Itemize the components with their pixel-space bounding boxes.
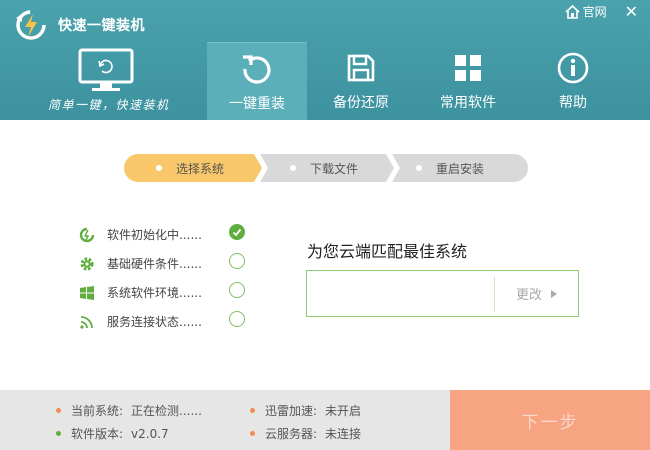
status-bullet [56, 431, 61, 436]
match-title: 为您云端匹配最佳系统 [307, 242, 468, 261]
info-label: 迅雷加速: [265, 404, 318, 418]
slogan-block: 简单一键，快速装机 [40, 44, 180, 118]
header-bar: 快速一键装机 简单一键，快速装机 一键重装 备份还原 常用软件 帮助 官网 ✕ [0, 0, 650, 120]
info-value: 正在检测...... [131, 404, 202, 418]
check-hardware: 基础硬件条件...... [78, 249, 248, 278]
step-select-system: 选择系统 [156, 154, 224, 182]
check-label: 基础硬件条件...... [107, 257, 202, 271]
info-label: 当前系统: [71, 404, 124, 418]
save-icon [343, 50, 379, 86]
close-button[interactable]: ✕ [625, 3, 638, 20]
step-label: 重启安装 [436, 161, 485, 176]
window-controls: 官网 ✕ [565, 3, 638, 20]
next-step-button[interactable]: 下一步 [450, 390, 650, 450]
check-software-init: 软件初始化中...... [78, 220, 248, 249]
current-system-info: 当前系统: 正在检测...... [56, 402, 202, 419]
step-restart-install: 重启安装 [416, 154, 484, 182]
check-label: 服务连接状态...... [107, 315, 202, 329]
tab-label: 一键重装 [229, 96, 285, 112]
loading-icon [78, 226, 96, 244]
thunder-accel-info: 迅雷加速: 未开启 [250, 402, 361, 419]
status-bullet [56, 408, 61, 413]
software-version-info: 软件版本: v2.0.7 [56, 425, 169, 442]
refresh-icon [239, 51, 275, 87]
monitor-icon [78, 48, 134, 91]
app-title: 快速一键装机 [58, 18, 145, 34]
change-label: 更改 [515, 288, 542, 303]
tab-backup-restore[interactable]: 备份还原 [311, 42, 411, 120]
check-pending-icon [229, 311, 245, 327]
step-download-files: 下载文件 [290, 154, 358, 182]
info-value: 未开启 [325, 404, 362, 418]
status-bullet [250, 431, 255, 436]
environment-checklist: 软件初始化中...... 基础硬件条件...... 系统软件环境...... 服… [78, 220, 248, 336]
check-system-env: 系统软件环境...... [78, 278, 248, 307]
step-label: 下载文件 [310, 161, 359, 176]
tab-help[interactable]: 帮助 [523, 42, 623, 120]
tab-common-software[interactable]: 常用软件 [418, 42, 518, 120]
check-service-connection: 服务连接状态...... [78, 307, 248, 336]
tab-label: 帮助 [559, 95, 587, 111]
check-label: 软件初始化中...... [107, 228, 202, 242]
check-pending-icon [229, 282, 245, 298]
info-value: v2.0.7 [131, 426, 169, 441]
footer-bar: 当前系统: 正在检测...... 软件版本: v2.0.7 迅雷加速: 未开启 … [0, 390, 650, 450]
app-logo-icon [16, 10, 46, 40]
official-site-label: 官网 [582, 5, 607, 19]
system-match-box: 更改 [306, 270, 579, 317]
step-dot [416, 165, 422, 171]
step-dot [290, 165, 296, 171]
step-dot [156, 165, 162, 171]
windows-icon [78, 284, 96, 302]
check-label: 系统软件环境...... [107, 286, 202, 300]
progress-steps: 选择系统 下载文件 重启安装 [124, 154, 528, 182]
tab-label: 常用软件 [440, 95, 496, 111]
info-label: 云服务器: [265, 427, 318, 441]
official-site-link[interactable]: 官网 [565, 3, 607, 20]
status-bullet [250, 408, 255, 413]
play-arrow-icon [551, 289, 557, 298]
slogan-text: 简单一键，快速装机 [48, 98, 170, 112]
signal-icon [78, 313, 96, 331]
check-done-icon [229, 224, 245, 240]
tab-label: 备份还原 [333, 95, 389, 111]
change-button[interactable]: 更改 [495, 271, 579, 316]
cloud-server-info: 云服务器: 未连接 [250, 425, 361, 442]
grid-icon [450, 50, 486, 86]
step-label: 选择系统 [176, 161, 225, 176]
check-pending-icon [229, 253, 245, 269]
info-label: 软件版本: [71, 427, 124, 441]
gear-icon [78, 255, 96, 273]
info-icon [555, 50, 591, 86]
matched-system-field[interactable] [307, 271, 493, 316]
tab-reinstall[interactable]: 一键重装 [207, 42, 307, 120]
info-value: 未连接 [325, 427, 362, 441]
home-icon [565, 4, 580, 19]
